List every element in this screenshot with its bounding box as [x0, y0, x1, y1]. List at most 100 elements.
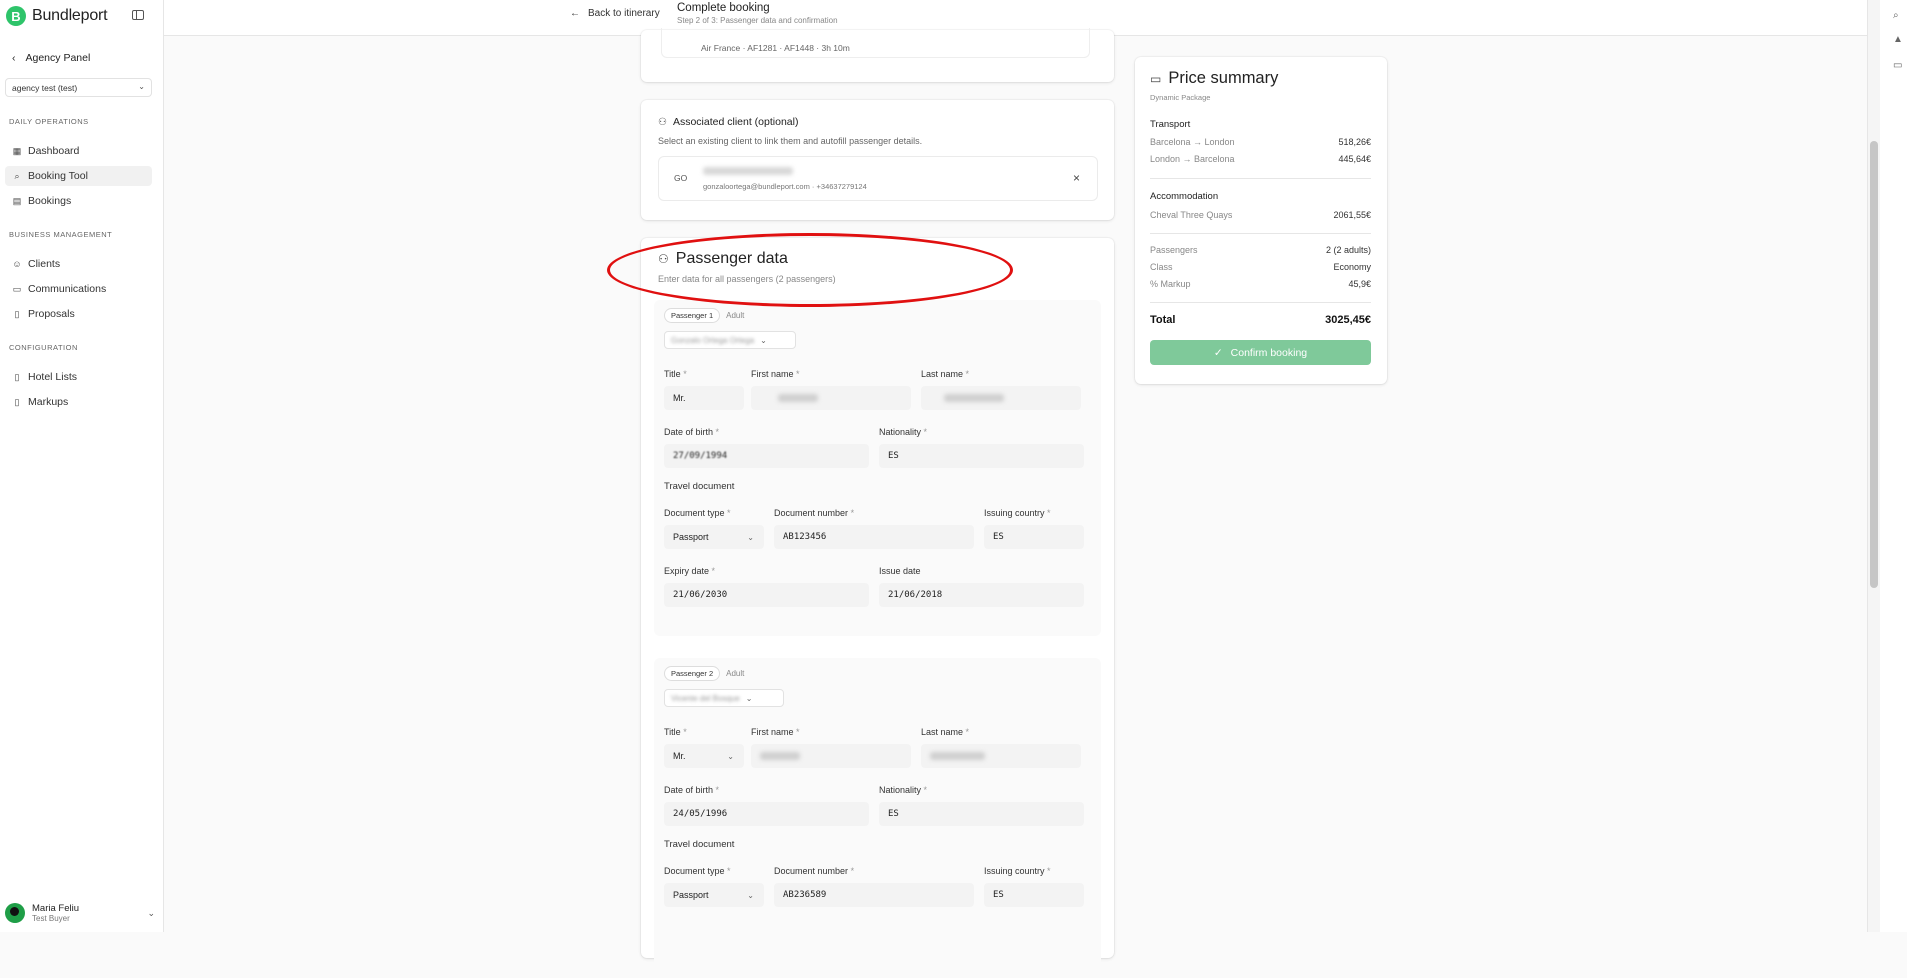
passenger-2-block: Passenger 2 Adult Vicente del Bosque ⌄ T… — [654, 658, 1101, 978]
first-name-label: First name * — [751, 369, 800, 379]
chat-icon[interactable]: ▭ — [1893, 60, 1902, 71]
client-initials: GO — [674, 173, 688, 183]
issuing-country-input[interactable]: ES — [984, 883, 1084, 907]
redacted-text — [930, 752, 985, 760]
sidebar-item-label: Dashboard — [28, 145, 80, 157]
issuing-country-value: ES — [993, 890, 1004, 900]
dob-label: Date of birth * — [664, 427, 720, 437]
detail-value: 45,9€ — [1348, 279, 1371, 289]
search-icon: ⌕ — [14, 171, 20, 181]
sidebar-item-markups[interactable]: ▯ Markups — [5, 392, 152, 412]
chevron-down-icon: ⌄ — [745, 693, 753, 703]
route-label: Barcelona → London — [1150, 137, 1235, 147]
detail-row: % Markup 45,9€ — [1150, 279, 1371, 289]
doc-number-input[interactable]: AB236589 — [774, 883, 974, 907]
last-name-label: Last name * — [921, 369, 970, 379]
dob-value: 24/05/1996 — [673, 809, 728, 819]
back-to-itinerary-link[interactable]: ← Back to itinerary — [570, 8, 660, 19]
nationality-input[interactable]: ES — [879, 802, 1084, 826]
doc-type-select[interactable]: Passport ⌄ — [664, 525, 764, 549]
issuing-country-input[interactable]: ES — [984, 525, 1084, 549]
selected-client[interactable]: GO gonzaloortega@bundleport.com · +34637… — [658, 156, 1098, 201]
passenger-2-client-select[interactable]: Vicente del Bosque ⌄ — [664, 689, 784, 707]
title-label: Title * — [664, 369, 687, 379]
sidebar-item-communications[interactable]: ▭ Communications — [5, 279, 152, 299]
bell-icon[interactable]: ▲ — [1893, 34, 1903, 45]
chevron-down-icon: ⌄ — [760, 335, 767, 345]
redacted-text — [760, 752, 800, 760]
sidebar-toggle-icon[interactable] — [132, 10, 144, 20]
flight-summary: Air France · AF1281 · AF1448 · 3h 10m — [701, 43, 850, 53]
detail-row: Class Economy — [1150, 262, 1371, 272]
sidebar-item-booking-tool[interactable]: ⌕ Booking Tool — [5, 166, 152, 186]
sidebar-item-dashboard[interactable]: ▦ Dashboard — [5, 141, 152, 161]
first-name-label: First name * — [751, 727, 800, 737]
doc-number-input[interactable]: AB123456 — [774, 525, 974, 549]
expiry-date-input[interactable]: 21/06/2030 — [664, 583, 869, 607]
divider — [1150, 233, 1371, 234]
client-card-title: ⚇ Associated client (optional) — [658, 116, 798, 128]
passenger-type: Adult — [726, 311, 745, 320]
chevron-down-icon: ⌄ — [138, 82, 145, 91]
first-name-input[interactable] — [751, 386, 911, 410]
accommodation-label: Accommodation — [1150, 191, 1219, 202]
agency-select[interactable]: agency test (test) ⌄ — [5, 78, 152, 97]
client-name-redacted — [703, 167, 793, 175]
dob-input[interactable]: 27/09/1994 — [664, 444, 869, 468]
passenger-1-client-select[interactable]: Gonzalo Ortega Ortega ⌄ — [664, 331, 796, 349]
section-business-management: BUSINESS MANAGEMENT — [9, 230, 113, 239]
sidebar-item-hotel-lists[interactable]: ▯ Hotel Lists — [5, 367, 152, 387]
doc-type-select[interactable]: Passport ⌄ — [664, 883, 764, 907]
sidebar-item-label: Hotel Lists — [28, 371, 78, 383]
user-plus-icon: ⚇ — [658, 116, 667, 128]
travel-document-label: Travel document — [664, 839, 735, 850]
section-configuration: CONFIGURATION — [9, 343, 78, 352]
search-icon[interactable]: ⌕ — [1893, 10, 1899, 21]
route-label: London → Barcelona — [1150, 154, 1235, 164]
issuing-country-value: ES — [993, 532, 1004, 542]
flight-card — [641, 28, 1114, 82]
travel-document-label: Travel document — [664, 481, 735, 492]
user-menu[interactable]: Maria Feliu Test Buyer ⌄ — [5, 899, 155, 927]
passenger-tag: Passenger 1 — [664, 308, 721, 323]
detail-value: Economy — [1333, 262, 1371, 272]
dob-input[interactable]: 24/05/1996 — [664, 802, 869, 826]
price-summary-card: ▭ Price summary Dynamic Package Transpor… — [1135, 57, 1387, 384]
arrow-left-icon: ← — [570, 8, 580, 19]
transport-row: Barcelona → London 518,26€ — [1150, 137, 1371, 147]
total-value: 3025,45€ — [1325, 314, 1371, 326]
passenger-select-value: Vicente del Bosque — [671, 693, 740, 703]
title-select[interactable]: Mr. — [664, 386, 744, 410]
back-label: Back to itinerary — [588, 8, 660, 19]
page-title: Complete booking — [677, 2, 770, 14]
users-icon: ⚇ — [658, 252, 669, 266]
sidebar-item-bookings[interactable]: ▤ Bookings — [5, 191, 152, 211]
last-name-input[interactable] — [921, 386, 1081, 410]
last-name-input[interactable] — [921, 744, 1081, 768]
chevron-left-icon: ‹ — [12, 52, 16, 64]
chevron-down-icon: ⌄ — [727, 751, 734, 761]
users-icon: ☺ — [12, 259, 22, 269]
sidebar: B Bundleport ‹ Agency Panel agency test … — [0, 0, 164, 932]
scrollbar-thumb[interactable] — [1870, 141, 1878, 588]
sidebar-item-clients[interactable]: ☺ Clients — [5, 254, 152, 274]
price-summary-title: Price summary — [1168, 69, 1279, 87]
first-name-input[interactable] — [751, 744, 911, 768]
passenger-1-header: Passenger 1 Adult — [664, 308, 744, 323]
hotel-price: 2061,55€ — [1333, 210, 1371, 220]
sidebar-item-proposals[interactable]: ▯ Proposals — [5, 304, 152, 324]
nationality-input[interactable]: ES — [879, 444, 1084, 468]
issuing-country-label: Issuing country * — [984, 866, 1051, 876]
sidebar-item-label: Markups — [28, 396, 69, 408]
check-icon: ✓ — [1213, 346, 1223, 359]
passenger-data-card: ⚇ Passenger data Enter data for all pass… — [641, 238, 1114, 978]
route-price: 445,64€ — [1338, 154, 1371, 164]
agency-panel-link[interactable]: ‹ Agency Panel — [12, 52, 90, 64]
client-title-label: Associated client (optional) — [672, 116, 799, 128]
close-icon[interactable]: × — [1073, 171, 1080, 185]
sidebar-item-label: Communications — [28, 283, 107, 295]
issue-date-input[interactable]: 21/06/2018 — [879, 583, 1084, 607]
confirm-booking-button[interactable]: ✓ Confirm booking — [1150, 340, 1371, 365]
title-select[interactable]: Mr. ⌄ — [664, 744, 744, 768]
brand[interactable]: B Bundleport — [6, 6, 108, 26]
